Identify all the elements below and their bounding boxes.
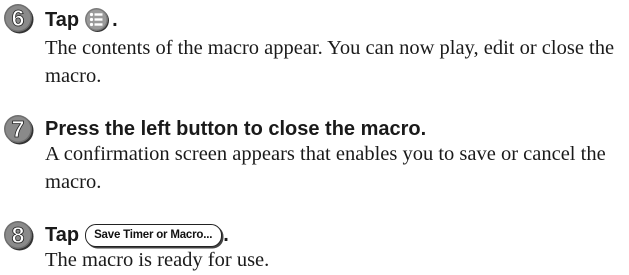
step-7-title: Press the left button to close the macro… bbox=[45, 118, 427, 140]
svg-text:7: 7 bbox=[12, 116, 25, 142]
step-number-7-badge: 7 bbox=[4, 115, 34, 145]
step-8-title-suffix: . bbox=[223, 224, 229, 246]
step-6-description: The contents of the macro appear. You ca… bbox=[45, 37, 615, 87]
step-8-title: Tap Save Timer or Macro... . bbox=[45, 223, 229, 247]
step-6-title: Tap . bbox=[45, 7, 118, 33]
svg-text:6: 6 bbox=[12, 5, 25, 31]
save-timer-or-macro-button[interactable]: Save Timer or Macro... bbox=[85, 223, 223, 247]
step-8-title-prefix: Tap bbox=[45, 224, 80, 246]
step-8-description: The macro is ready for use. bbox=[45, 249, 270, 271]
step-6-title-prefix: Tap bbox=[45, 9, 80, 31]
step-7-description: A confirmation screen appears that enabl… bbox=[45, 143, 606, 193]
step-number-6-badge: 6 bbox=[4, 4, 34, 34]
list-menu-icon[interactable] bbox=[83, 7, 111, 33]
svg-text:8: 8 bbox=[12, 222, 25, 248]
step-6-title-suffix: . bbox=[112, 9, 118, 31]
step-number-8-badge: 8 bbox=[4, 221, 34, 251]
